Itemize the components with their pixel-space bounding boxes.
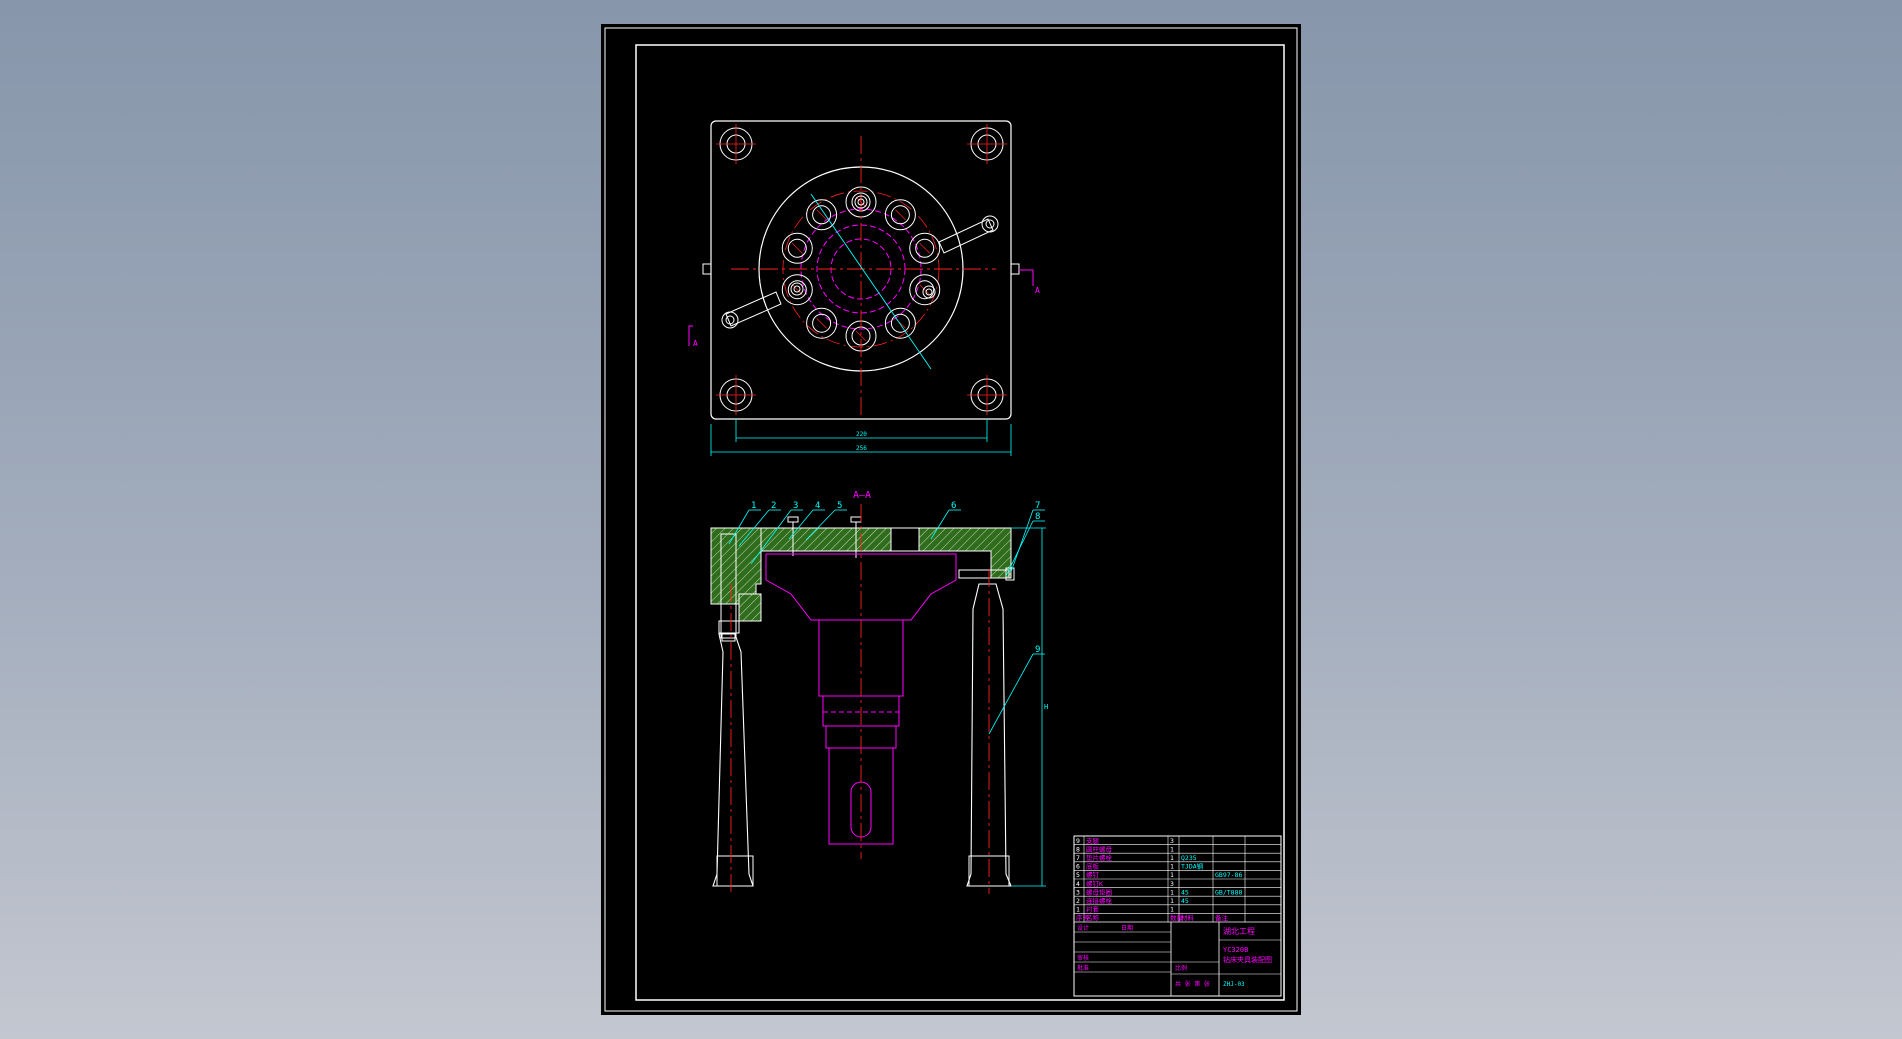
bom-cell: 9 bbox=[1076, 837, 1080, 845]
bom-cell: 5 bbox=[1076, 871, 1080, 879]
bom-cell: 1 bbox=[1170, 871, 1174, 879]
bom-cell: 螺钉 bbox=[1086, 870, 1100, 879]
part-label: 7 bbox=[1035, 501, 1040, 511]
bom-cell: 圆柱螺母 bbox=[1086, 844, 1113, 853]
clamp-arm-right bbox=[938, 218, 994, 254]
svg-text:H: H bbox=[1044, 703, 1048, 711]
bom-cell: 支腿 bbox=[1086, 836, 1100, 845]
bom-header: 材料 bbox=[1181, 913, 1195, 922]
bom-cell: 45 bbox=[1181, 888, 1189, 896]
flange-hole bbox=[806, 307, 838, 339]
leg-left bbox=[712, 633, 754, 887]
dim-outer: 256 bbox=[856, 445, 867, 452]
checker-label: 审核 bbox=[1077, 954, 1089, 962]
flange-hole bbox=[884, 307, 916, 339]
part-label: 3 bbox=[793, 501, 798, 511]
bom-cell: 4 bbox=[1076, 880, 1080, 888]
flange-hole bbox=[781, 232, 813, 264]
bom-cell: 连接螺栓 bbox=[1086, 896, 1113, 905]
cad-viewport[interactable]: A A 220 256 A–A H 1 2 3 4 5 6 7 8 9 9 支腿… bbox=[0, 0, 1902, 1039]
dim-inner: 220 bbox=[856, 431, 867, 438]
flange-hole bbox=[909, 232, 941, 264]
date-label: 日期 bbox=[1121, 924, 1133, 932]
bom-cell: Q235 bbox=[1181, 854, 1197, 862]
plan-view: A A 220 256 bbox=[688, 120, 1040, 456]
bom-cell: 3 bbox=[1170, 837, 1174, 845]
sheet-label: 共 张 第 张 bbox=[1175, 980, 1210, 988]
bom-cell: TJDA钢 bbox=[1181, 863, 1204, 871]
drawing-title-1: YC320B bbox=[1223, 946, 1248, 954]
designer-label: 设计 bbox=[1077, 924, 1089, 932]
part-label: 2 bbox=[771, 501, 776, 511]
bom-cell: 3 bbox=[1170, 880, 1174, 888]
section-view: A–A H 1 2 3 4 5 6 789 bbox=[710, 490, 1048, 894]
bom-cell: 1 bbox=[1170, 854, 1174, 862]
bom-cell: 8 bbox=[1076, 845, 1080, 853]
scale-label: 比例 bbox=[1175, 964, 1187, 972]
bom-cell: GB/T888 bbox=[1215, 888, 1242, 896]
bom-table: 9 支腿 3 8 圆柱螺母 1 7 垫片螺栓 1 Q235 6 底板 1 TJDA钢 5 螺钉 1 GB97-86… bbox=[1073, 836, 1282, 996]
part-label: 9 bbox=[1035, 645, 1040, 655]
flange-hole bbox=[909, 274, 941, 306]
part-label: 5 bbox=[837, 501, 842, 511]
title-block: 9 支腿 3 8 圆柱螺母 1 7 垫片螺栓 1 Q235 6 底板 1 TJDA钢 5 螺钉 1 GB97-86… bbox=[1073, 835, 1282, 997]
bom-cell: 3 bbox=[1076, 888, 1080, 896]
bom-cell: 45 bbox=[1181, 897, 1189, 905]
bom-cell: 垫片螺栓 bbox=[1086, 853, 1113, 862]
drawing-canvas: A A 220 256 A–A H 1 2 3 4 5 6 789 9 支腿 3… bbox=[604, 27, 1298, 1012]
drawing-number: ZHJ-03 bbox=[1223, 981, 1245, 988]
bom-header: 备注 bbox=[1215, 913, 1229, 922]
bom-cell: 螺钉K bbox=[1086, 879, 1103, 888]
bom-cell: 1 bbox=[1076, 906, 1080, 914]
part-label: 1 bbox=[751, 501, 756, 511]
flange-hole bbox=[884, 199, 916, 231]
section-title: A–A bbox=[853, 490, 871, 501]
drawing-title-2: 钻床夹具装配图 bbox=[1223, 955, 1272, 964]
bom-cell: GB97-86 bbox=[1215, 871, 1242, 879]
cut-marker-right bbox=[1019, 269, 1034, 286]
bom-cell: 1 bbox=[1170, 888, 1174, 896]
bom-cell: 1 bbox=[1170, 845, 1174, 853]
bom-cell: 6 bbox=[1076, 863, 1080, 871]
svg-text:A: A bbox=[693, 339, 698, 348]
bom-cell: 1 bbox=[1170, 897, 1174, 905]
school-name: 湖北工程 bbox=[1223, 927, 1255, 936]
part-label: 8 bbox=[1035, 512, 1040, 522]
drawing-sheet: A A 220 256 A–A H 1 2 3 4 5 6 7 8 9 9 支腿… bbox=[601, 24, 1301, 1015]
part-label: 6 bbox=[951, 501, 956, 511]
bom-header: 名称 bbox=[1086, 913, 1100, 922]
approver-label: 批准 bbox=[1077, 964, 1089, 972]
bom-cell: 2 bbox=[1076, 897, 1080, 905]
section-leader bbox=[810, 193, 932, 370]
bom-cell: 1 bbox=[1170, 906, 1174, 914]
corner-bolt-holes bbox=[719, 127, 1004, 412]
svg-text:A: A bbox=[1035, 286, 1040, 295]
flange-hole bbox=[781, 274, 813, 306]
bom-cell: 底板 bbox=[1086, 862, 1100, 871]
bom-cell: 螺母垫圈 bbox=[1086, 887, 1112, 896]
bom-cell: 1 bbox=[1170, 863, 1174, 871]
part-label: 4 bbox=[815, 501, 820, 511]
bom-cell: 衬套 bbox=[1086, 905, 1100, 914]
bom-cell: 7 bbox=[1076, 854, 1080, 862]
